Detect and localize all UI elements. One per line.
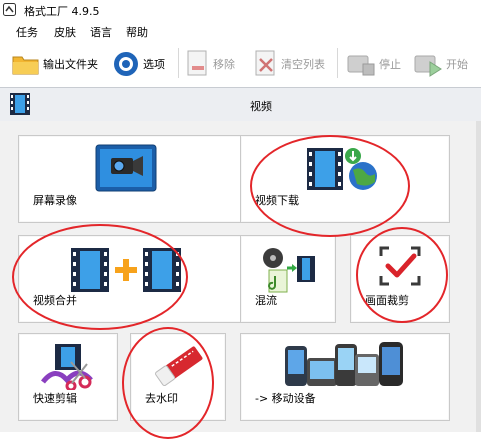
- start-button[interactable]: 开始: [413, 48, 468, 80]
- window-title: 格式工厂 4.9.5: [24, 5, 100, 18]
- toolbar: 输出文件夹 选项 移除 清空列表 停止 开始: [0, 42, 481, 86]
- annotation-circle-crop: [356, 227, 448, 323]
- mobile-device-label: -> 移动设备: [255, 392, 316, 405]
- folder-icon: [12, 56, 39, 75]
- title-bar: 格式工厂 4.9.5: [0, 0, 481, 20]
- mix-stream-icon: [263, 248, 315, 293]
- annotation-circle-watermark: [122, 327, 214, 439]
- film-strip-icon: [10, 93, 30, 115]
- mix-stream-label: 混流: [255, 294, 277, 307]
- toolbar-separator: [178, 48, 179, 78]
- quick-cut-icon: [41, 344, 93, 390]
- section-title: 视频: [250, 100, 272, 113]
- clear-list-button[interactable]: 清空列表: [254, 48, 325, 80]
- stop-button[interactable]: 停止: [346, 48, 401, 80]
- options-label: 选项: [143, 58, 165, 71]
- options-gear-icon: [114, 52, 138, 76]
- menu-task[interactable]: 任务: [16, 24, 38, 40]
- screen-record-tile[interactable]: 屏幕录像: [18, 135, 256, 223]
- menu-language[interactable]: 语言: [90, 24, 112, 40]
- output-folder-label: 输出文件夹: [43, 58, 98, 71]
- mix-stream-tile[interactable]: 混流: [240, 235, 336, 323]
- start-icon: [414, 55, 442, 77]
- output-folder-button[interactable]: 输出文件夹: [12, 48, 98, 80]
- stop-icon: [347, 55, 375, 76]
- app-logo-icon: [3, 3, 16, 16]
- menu-bar: 任务 皮肤 语言 帮助: [0, 20, 481, 42]
- remove-doc-icon: [187, 50, 207, 76]
- remove-button[interactable]: 移除: [186, 48, 235, 80]
- annotation-circle-download: [250, 135, 410, 237]
- annotation-circle-merge: [12, 224, 188, 330]
- screen-record-label: 屏幕录像: [33, 194, 77, 207]
- clear-list-label: 清空列表: [281, 58, 325, 71]
- stop-label: 停止: [379, 58, 401, 71]
- scrollbar-track[interactable]: [476, 121, 481, 432]
- remove-label: 移除: [213, 58, 235, 71]
- mobile-devices-icon: [285, 342, 403, 386]
- quick-cut-label: 快速剪辑: [33, 392, 77, 405]
- mobile-device-tile[interactable]: -> 移动设备: [240, 333, 450, 421]
- start-label: 开始: [446, 58, 468, 71]
- options-button[interactable]: 选项: [112, 48, 165, 80]
- quick-cut-tile[interactable]: 快速剪辑: [18, 333, 118, 421]
- menu-skin[interactable]: 皮肤: [54, 24, 76, 40]
- menu-help[interactable]: 帮助: [126, 24, 148, 40]
- screen-record-icon: [95, 144, 157, 192]
- video-tools-panel: 屏幕录像 视频下载 视频合并 混流 画面裁剪 快速剪辑 去水印 -> 移动设备: [0, 121, 481, 439]
- video-section-header[interactable]: 视频: [0, 87, 481, 122]
- clear-list-icon: [255, 50, 275, 76]
- toolbar-separator: [337, 48, 338, 78]
